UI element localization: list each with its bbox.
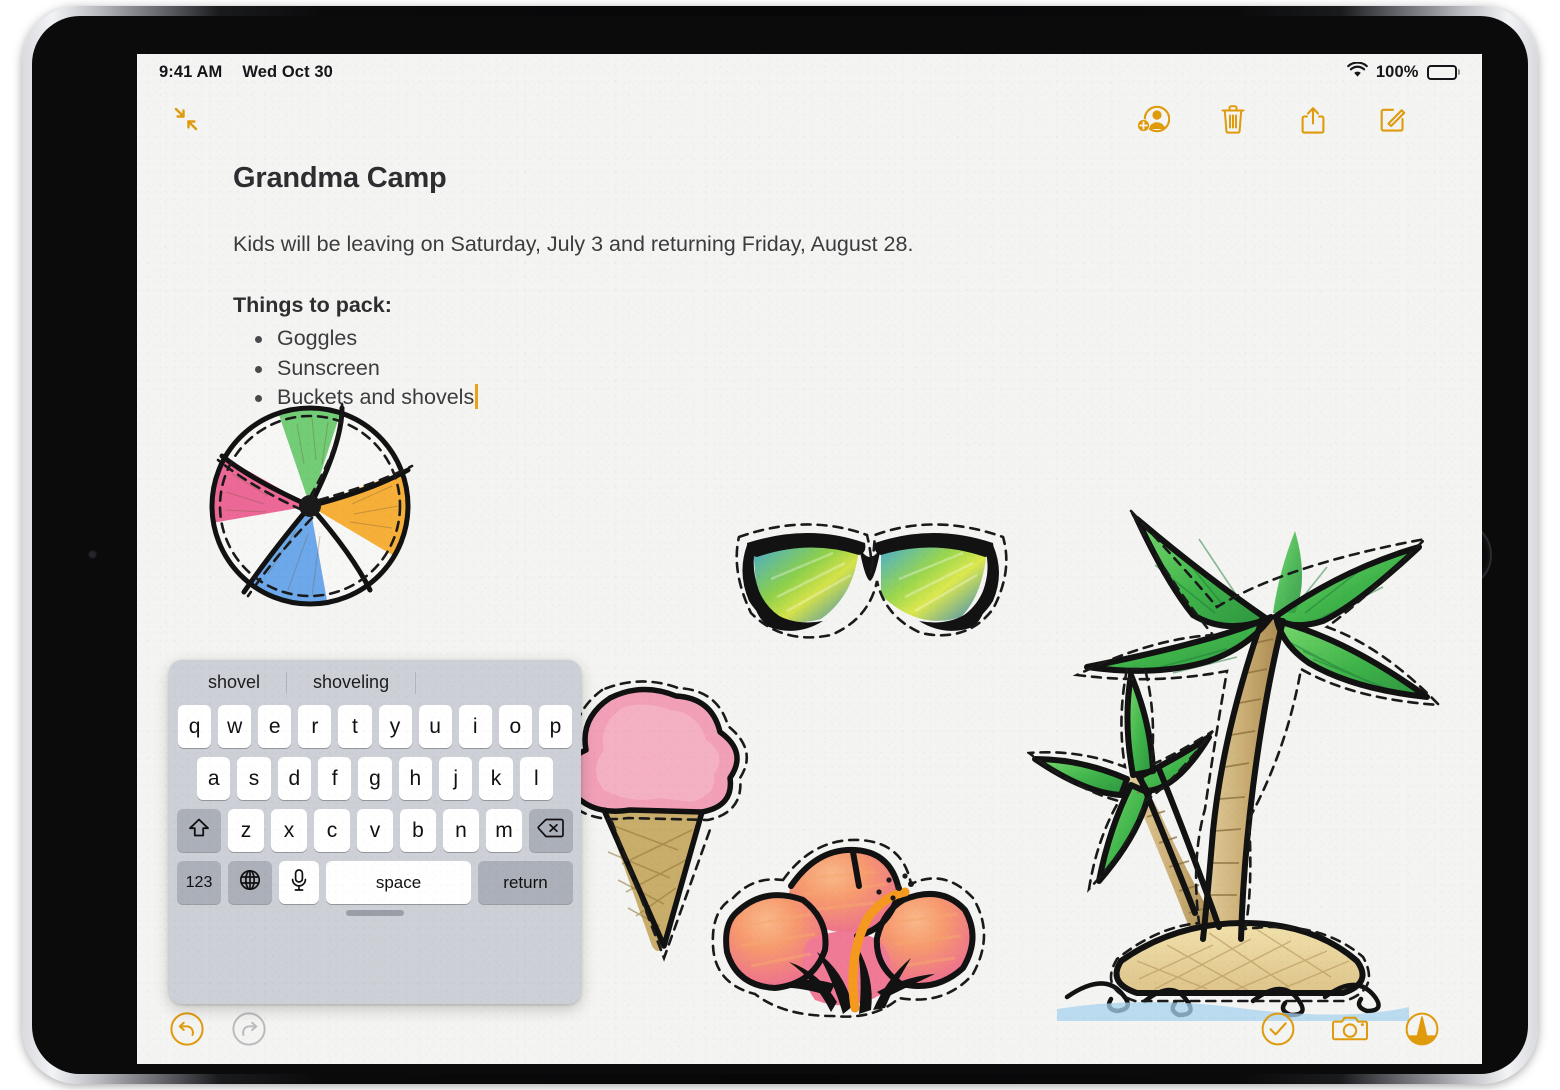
beach-ball-sticker[interactable] [192, 394, 432, 619]
list-item-label: Buckets and shovels [277, 385, 475, 409]
numbers-key[interactable]: 123 [177, 861, 221, 904]
ice-cream-cone-sticker[interactable] [552, 674, 772, 989]
key-v[interactable]: v [357, 809, 393, 852]
list-item-label: Sunscreen [277, 355, 380, 380]
key-n[interactable]: n [443, 809, 479, 852]
key-k[interactable]: k [479, 757, 513, 800]
floating-keyboard[interactable]: shovel shoveling q w e r t y u i o p a s… [169, 660, 581, 1004]
note-list-heading[interactable]: Things to pack: [233, 293, 1373, 318]
new-note-button[interactable] [1370, 98, 1416, 144]
key-w[interactable]: w [218, 705, 252, 748]
key-m[interactable]: m [486, 809, 522, 852]
markup-button[interactable] [1400, 1009, 1444, 1053]
status-time: 9:41 AM [159, 62, 223, 81]
prediction-1[interactable]: shoveling [287, 672, 415, 693]
battery-full-icon [1426, 64, 1460, 80]
text-caret [475, 384, 479, 409]
key-e[interactable]: e [258, 705, 292, 748]
done-button[interactable] [1256, 1009, 1300, 1053]
backspace-icon [537, 817, 565, 845]
note-title[interactable]: Grandma Camp [233, 162, 1373, 195]
add-people-button[interactable] [1130, 98, 1176, 144]
globe-icon [238, 868, 262, 898]
microphone-icon [289, 868, 309, 898]
keyboard-row-3: z x c v b n m [176, 809, 574, 852]
backspace-key[interactable] [529, 809, 573, 852]
keyboard-row-2: a s d f g h j k l [176, 757, 574, 800]
status-bar-left: 9:41 AM Wed Oct 30 [159, 63, 333, 82]
camera-icon [1331, 1013, 1369, 1050]
battery-percent-label: 100% [1375, 62, 1419, 81]
prediction-divider [415, 671, 417, 694]
ipad-screen: 9:41 AM Wed Oct 30 100% Grandma Camp Kid… [137, 54, 1482, 1064]
markup-pen-icon [1404, 1011, 1440, 1052]
key-z[interactable]: z [228, 809, 264, 852]
status-bar: 9:41 AM Wed Oct 30 100% [137, 54, 1482, 90]
collapse-button[interactable] [163, 98, 209, 144]
undo-icon [169, 1011, 205, 1052]
note-bottom-toolbar [137, 998, 1482, 1064]
undo-button[interactable] [165, 1009, 209, 1053]
key-j[interactable]: j [438, 757, 473, 800]
key-t[interactable]: t [338, 705, 372, 748]
status-date: Wed Oct 30 [242, 62, 333, 81]
keyboard-drag-handle[interactable] [346, 910, 404, 916]
share-icon [1299, 103, 1327, 140]
list-item[interactable]: Buckets and shovels [233, 383, 1373, 412]
add-person-icon [1136, 104, 1171, 139]
key-d[interactable]: d [277, 757, 311, 800]
status-bar-right: 100% [1347, 61, 1460, 83]
ipad-device: 9:41 AM Wed Oct 30 100% Grandma Camp Kid… [22, 6, 1538, 1084]
key-l[interactable]: l [519, 757, 553, 800]
trash-icon [1219, 103, 1247, 140]
share-button[interactable] [1290, 98, 1336, 144]
prediction-0[interactable]: shovel [182, 672, 286, 693]
key-f[interactable]: f [318, 757, 352, 800]
note-top-toolbar [137, 90, 1482, 152]
globe-key[interactable] [228, 861, 272, 904]
space-key[interactable]: space [326, 861, 471, 904]
note-body[interactable]: Grandma Camp Kids will be leaving on Sat… [233, 162, 1373, 412]
microphone-key[interactable] [279, 861, 319, 904]
key-h[interactable]: h [398, 757, 432, 800]
delete-button[interactable] [1210, 98, 1256, 144]
palm-tree-island-sticker[interactable] [1025, 509, 1447, 1034]
keyboard-row-1: q w e r t y u i o p [176, 705, 574, 748]
key-q[interactable]: q [178, 705, 212, 748]
key-a[interactable]: a [197, 757, 231, 800]
redo-button [227, 1009, 271, 1053]
key-s[interactable]: s [237, 757, 271, 800]
keyboard-handle-row [176, 910, 574, 923]
key-o[interactable]: o [498, 705, 532, 748]
list-item[interactable]: Goggles [233, 324, 1373, 353]
collapse-arrows-icon [171, 104, 201, 139]
camera-button[interactable] [1328, 1009, 1372, 1053]
checkmark-circle-icon [1260, 1011, 1296, 1052]
key-p[interactable]: p [538, 705, 572, 748]
key-y[interactable]: y [378, 705, 412, 748]
key-r[interactable]: r [298, 705, 332, 748]
front-camera [88, 550, 97, 559]
shift-key[interactable] [177, 809, 221, 852]
key-b[interactable]: b [400, 809, 436, 852]
compose-icon [1378, 104, 1408, 139]
note-paragraph[interactable]: Kids will be leaving on Saturday, July 3… [233, 229, 1373, 259]
sunglasses-sticker[interactable] [725, 509, 1015, 674]
device-bezel: 9:41 AM Wed Oct 30 100% Grandma Camp Kid… [32, 16, 1528, 1074]
shift-arrow-icon [187, 816, 211, 846]
wifi-icon [1347, 61, 1368, 83]
return-key[interactable]: return [478, 861, 573, 904]
predictive-text-bar: shovel shoveling [176, 660, 574, 705]
key-c[interactable]: c [314, 809, 350, 852]
key-x[interactable]: x [271, 809, 307, 852]
list-item[interactable]: Sunscreen [233, 354, 1373, 383]
key-i[interactable]: i [458, 705, 492, 748]
redo-icon [231, 1011, 267, 1052]
key-u[interactable]: u [418, 705, 452, 748]
note-checklist[interactable]: Goggles Sunscreen Buckets and shovels [233, 324, 1373, 412]
key-g[interactable]: g [358, 757, 392, 800]
keyboard-row-4: 123 space return [176, 861, 574, 904]
list-item-label: Goggles [277, 326, 358, 351]
